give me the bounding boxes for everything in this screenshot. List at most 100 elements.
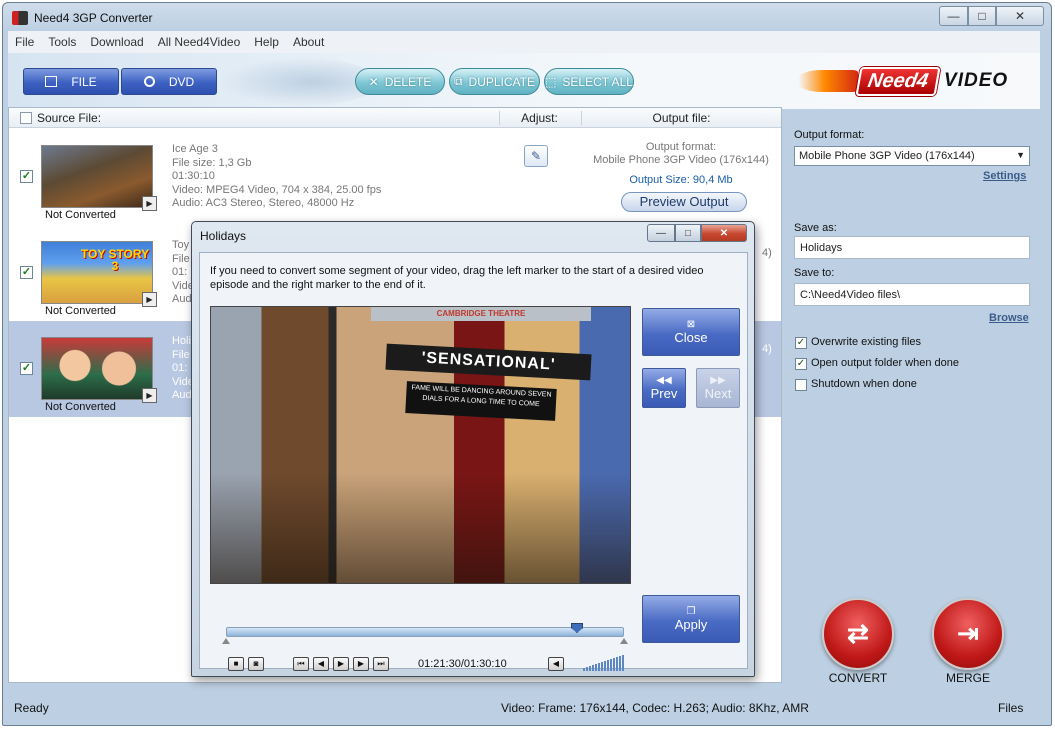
add-dvd-button[interactable]: DVD (121, 68, 217, 95)
dialog-instructions: If you need to convert some segment of y… (210, 265, 704, 291)
header-output: Output file: (581, 111, 781, 125)
menu-help[interactable]: Help (247, 35, 286, 49)
add-file-button[interactable]: FILE (23, 68, 119, 95)
row-info: Ice Age 3 File size: 1,3 Gb 01:30:10 Vid… (172, 143, 381, 211)
merge-arrows-icon: ⇥ (957, 618, 979, 648)
row-checkbox[interactable]: ✓ (20, 362, 33, 375)
list-item[interactable]: ✓ ▶ Not Converted Ice Age 3 File size: 1… (9, 129, 781, 225)
list-header: Source File: Adjust: Output file: (9, 108, 781, 128)
row-partial-text: 4) (762, 343, 772, 355)
menu-about[interactable]: About (286, 35, 331, 49)
output-format-value: Mobile Phone 3GP Video (176x144) (799, 150, 975, 162)
convert-arrows-icon: ⇄ (847, 618, 869, 648)
header-source: Source File: (37, 111, 102, 125)
dialog-minimize-button[interactable]: — (647, 224, 675, 242)
row-partial-text: 4) (762, 247, 772, 259)
play-icon[interactable]: ▶ (142, 196, 157, 211)
convert-label: CONVERT (828, 671, 888, 685)
overwrite-checkbox[interactable]: ✓ (795, 337, 807, 349)
row-filesize: File size: 1,3 Gb (172, 156, 252, 169)
video-thumbnail: TOY STORY 3 (41, 241, 153, 304)
shutdown-checkbox[interactable] (795, 379, 807, 391)
to-start-icon[interactable]: ⏮ (293, 657, 309, 671)
row-checkbox[interactable]: ✓ (20, 266, 33, 279)
toolbar: FILE DVD ✕ DELETE ⧉ DUPLICATE ⬚ SELECT A… (8, 53, 1040, 109)
select-all-button[interactable]: ⬚ SELECT ALL (544, 68, 634, 95)
end-marker[interactable] (620, 638, 628, 644)
dialog-close-button[interactable]: ✕ (701, 224, 747, 242)
maximize-button[interactable]: □ (968, 6, 996, 26)
preview-output-button[interactable]: Preview Output (621, 192, 747, 212)
step-forward-icon[interactable]: ▶ (353, 657, 369, 671)
output-size: Output Size: 90,4 Mb (629, 174, 733, 186)
volume-icon[interactable]: ◀ (548, 657, 564, 671)
disc-icon (143, 76, 155, 87)
menu-bar: File Tools Download All Need4Video Help … (8, 31, 1040, 53)
menu-all-need4video[interactable]: All Need4Video (151, 35, 248, 49)
next-button[interactable]: ▶▶ Next (696, 368, 740, 408)
decorative-swirl (218, 57, 378, 107)
stop-icon[interactable]: ■ (228, 657, 244, 671)
apply-button[interactable]: ❐ Apply (642, 595, 740, 643)
status-ready: Ready (14, 701, 49, 715)
open-folder-checkbox[interactable]: ✓ (795, 358, 807, 370)
menu-download[interactable]: Download (83, 35, 150, 49)
apply-icon: ❐ (686, 606, 696, 617)
play-icon[interactable]: ▶ (333, 657, 349, 671)
menu-file[interactable]: File (8, 35, 41, 49)
merge-button[interactable]: ⇥ (932, 598, 1004, 670)
start-marker[interactable] (222, 638, 230, 644)
add-dvd-label: DVD (168, 74, 195, 89)
save-as-label: Save as: (794, 222, 837, 234)
close-window-button[interactable]: ✕ (996, 6, 1044, 26)
need4video-logo: Need4 VIDEO (798, 65, 1036, 97)
duplicate-label: DUPLICATE (468, 74, 536, 89)
delete-label: DELETE (384, 74, 432, 89)
prev-label: Prev (650, 386, 678, 401)
row-checkbox[interactable]: ✓ (20, 170, 33, 183)
chevron-down-icon: ▼ (1016, 150, 1025, 160)
minimize-button[interactable]: — (939, 6, 968, 26)
play-icon[interactable]: ▶ (142, 292, 157, 307)
save-to-input[interactable]: C:\Need4Video files\ (794, 283, 1030, 306)
open-folder-label: Open output folder when done (811, 357, 960, 369)
snapshot-icon[interactable]: ◙ (248, 657, 264, 671)
app-title: Need4 3GP Converter (34, 11, 153, 25)
film-icon (45, 76, 58, 87)
apply-label: Apply (674, 617, 708, 632)
video-top-sign: CAMBRIDGE THEATRE (371, 307, 591, 321)
close-icon: ⊠ (686, 319, 696, 330)
output-format-label: Output format: (645, 141, 717, 153)
timeline-slider[interactable] (226, 627, 624, 637)
trim-dialog: Holidays — □ ✕ If you need to convert so… (191, 221, 755, 677)
next-icon: ▶▶ (710, 375, 726, 386)
select-all-icon: ⬚ (545, 74, 557, 89)
convert-button[interactable]: ⇄ (822, 598, 894, 670)
flame-graphic (798, 70, 858, 92)
adjust-edit-icon[interactable]: ✎ (524, 145, 548, 167)
settings-link[interactable]: Settings (983, 170, 1026, 182)
row-status: Not Converted (45, 401, 116, 413)
prev-button[interactable]: ◀◀ Prev (642, 368, 686, 408)
delete-button[interactable]: ✕ DELETE (355, 68, 445, 95)
time-readout: 01:21:30/01:30:10 (418, 658, 507, 670)
close-button[interactable]: ⊠ Close (642, 308, 740, 356)
play-icon[interactable]: ▶ (142, 388, 157, 403)
row-title: Ice Age 3 (172, 143, 218, 155)
video-marquee: FAME WILL BE DANCING AROUND SEVEN DIALS … (405, 381, 557, 421)
step-back-icon[interactable]: ◀ (313, 657, 329, 671)
dialog-maximize-button[interactable]: □ (675, 224, 701, 242)
volume-slider[interactable] (583, 655, 625, 671)
duplicate-icon: ⧉ (453, 74, 463, 88)
duplicate-button[interactable]: ⧉ DUPLICATE (449, 68, 540, 95)
dialog-body: If you need to convert some segment of y… (199, 252, 748, 671)
to-end-icon[interactable]: ⏭ (373, 657, 389, 671)
status-info: Video: Frame: 176x144, Codec: H.263; Aud… (501, 701, 809, 715)
output-format-select[interactable]: Mobile Phone 3GP Video (176x144) ▼ (794, 146, 1030, 166)
video-sign: 'SENSATIONAL' (385, 343, 592, 381)
menu-tools[interactable]: Tools (41, 35, 83, 49)
save-as-input[interactable]: Holidays (794, 236, 1030, 259)
browse-link[interactable]: Browse (989, 312, 1029, 324)
select-all-checkbox[interactable] (20, 112, 32, 124)
shutdown-label: Shutdown when done (811, 378, 917, 390)
